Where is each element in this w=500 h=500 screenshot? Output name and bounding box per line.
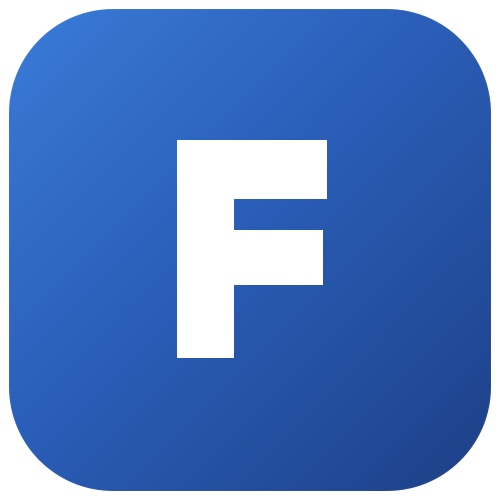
- app-icon[interactable]: F: [9, 9, 491, 491]
- letter-f-icon: [9, 9, 491, 491]
- letter-f-shape: [177, 140, 327, 358]
